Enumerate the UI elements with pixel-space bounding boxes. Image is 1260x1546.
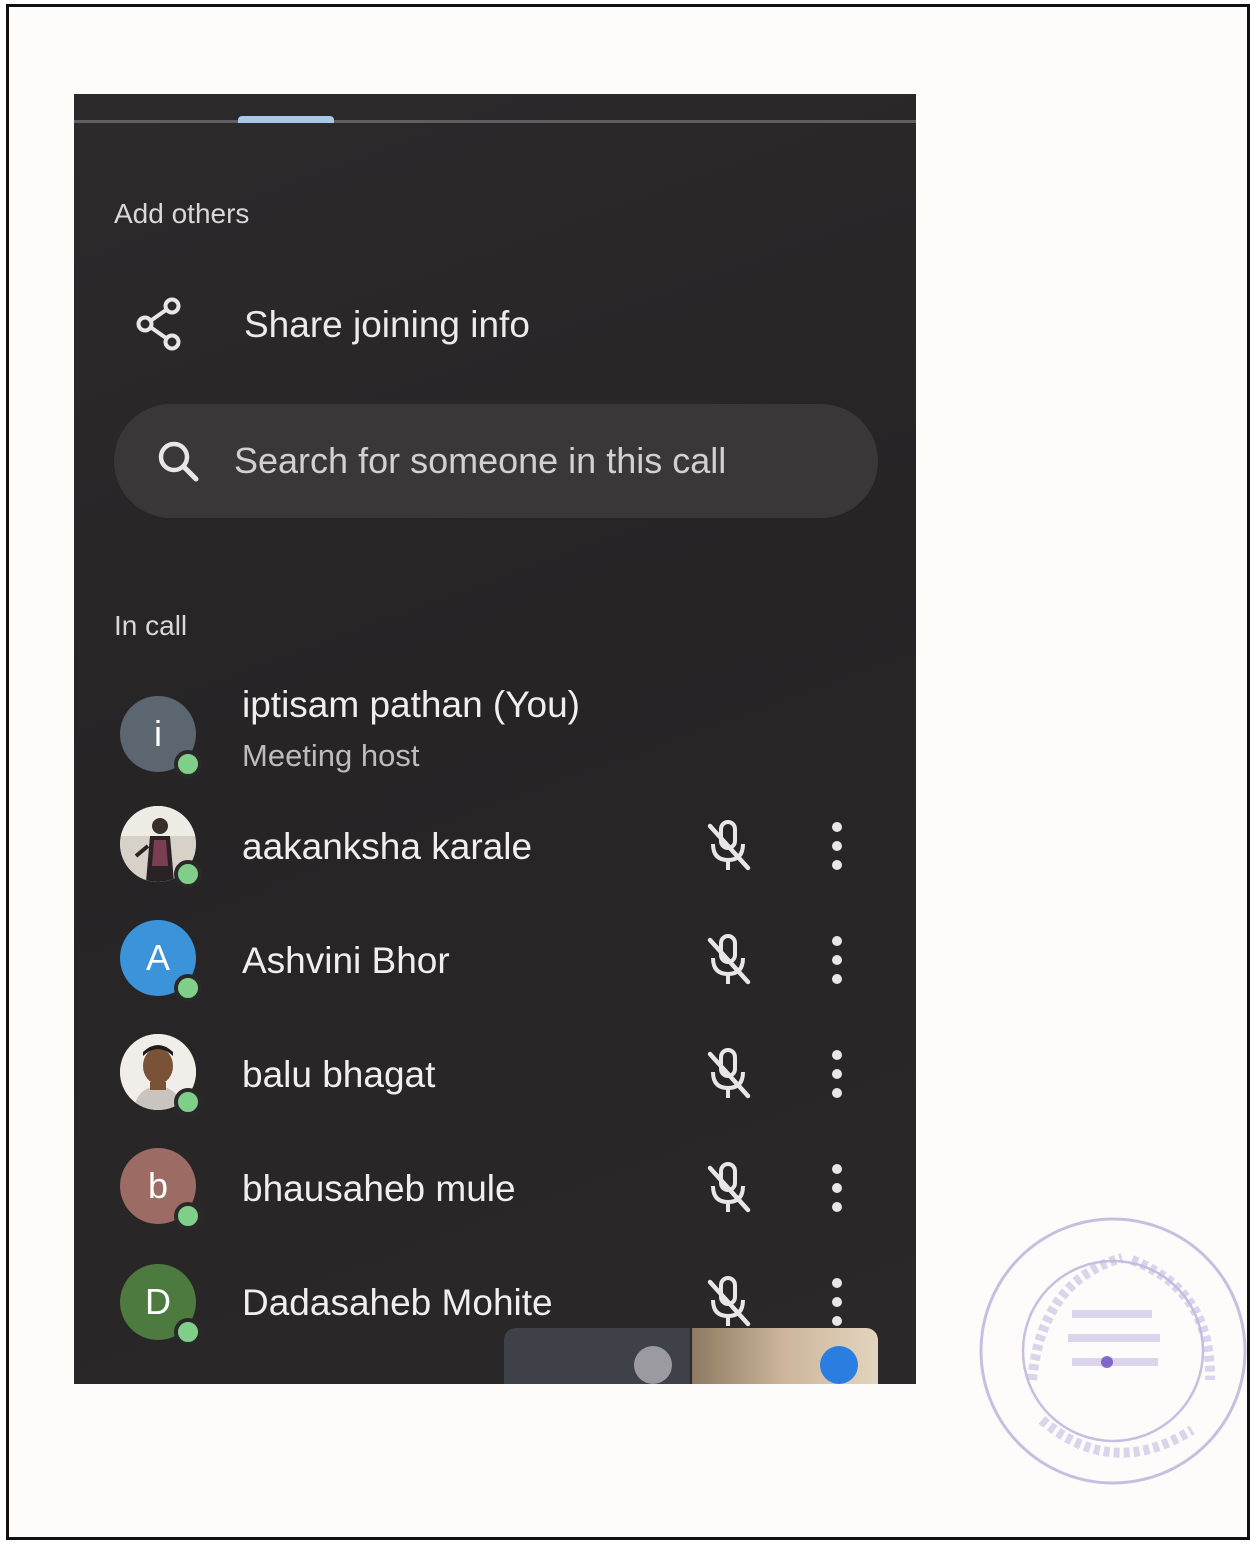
mic-off-icon[interactable]	[704, 1274, 754, 1330]
avatar: A	[120, 920, 202, 1002]
online-status-dot	[174, 750, 202, 778]
participant-row[interactable]: A Ashvini Bhor	[74, 920, 916, 1020]
in-call-heading: In call	[114, 610, 188, 641]
avatar: i	[120, 696, 202, 778]
participant-role: Meeting host	[242, 738, 420, 773]
participants-panel: Add others Share joining info Search for…	[74, 94, 916, 1384]
avatar-initial: i	[154, 713, 162, 754]
avatar: b	[120, 1148, 202, 1230]
participant-name: balu bhagat	[242, 1054, 436, 1095]
more-options-icon[interactable]	[830, 934, 844, 986]
more-options-icon[interactable]	[830, 1276, 844, 1328]
more-options-icon[interactable]	[830, 820, 844, 872]
participant-name: Dadasaheb Mohite	[242, 1282, 553, 1323]
participant-row[interactable]: i iptisam pathan (You) Meeting host	[74, 684, 916, 786]
share-joining-info-button[interactable]: Share joining info	[74, 290, 916, 370]
share-joining-info-label: Share joining info	[244, 304, 530, 345]
online-status-dot	[174, 1088, 202, 1116]
participant-name: iptisam pathan (You)	[242, 684, 581, 725]
video-tile[interactable]	[692, 1328, 878, 1384]
participant-name: aakanksha karale	[242, 826, 533, 867]
avatar	[120, 1034, 202, 1116]
online-status-dot	[174, 1318, 202, 1346]
mic-off-icon[interactable]	[704, 1046, 754, 1102]
mic-off-icon[interactable]	[704, 1160, 754, 1216]
video-tile[interactable]	[504, 1328, 690, 1384]
speaking-indicator-icon	[820, 1346, 858, 1384]
avatar-initial: A	[145, 937, 170, 978]
mic-off-icon[interactable]	[704, 818, 754, 874]
search-icon	[158, 441, 199, 482]
avatar-initial: b	[147, 1165, 169, 1206]
online-status-dot	[174, 974, 202, 1002]
more-options-icon[interactable]	[830, 1048, 844, 1100]
active-tab-indicator[interactable]	[238, 116, 334, 123]
avatar-initial: D	[145, 1281, 171, 1322]
participant-name: Ashvini Bhor	[242, 940, 450, 981]
search-input-placeholder[interactable]: Search for someone in this call	[234, 440, 834, 482]
self-view-tiles[interactable]	[504, 1328, 916, 1384]
participant-search-field[interactable]: Search for someone in this call	[114, 404, 878, 518]
add-others-heading: Add others	[114, 198, 250, 229]
mic-off-icon[interactable]	[704, 932, 754, 988]
participant-row[interactable]: aakanksha karale	[74, 806, 916, 906]
avatar: D	[120, 1264, 202, 1346]
share-icon	[136, 297, 181, 351]
tab-divider	[74, 120, 916, 123]
avatar	[120, 806, 202, 888]
tile-mic-off-icon	[634, 1346, 672, 1384]
participant-row[interactable]: balu bhagat	[74, 1034, 916, 1134]
participant-name: bhausaheb mule	[242, 1168, 516, 1209]
online-status-dot	[174, 860, 202, 888]
institution-seal-stamp	[979, 1217, 1247, 1485]
online-status-dot	[174, 1202, 202, 1230]
participant-row[interactable]: b bhausaheb mule	[74, 1148, 916, 1248]
more-options-icon[interactable]	[830, 1162, 844, 1214]
